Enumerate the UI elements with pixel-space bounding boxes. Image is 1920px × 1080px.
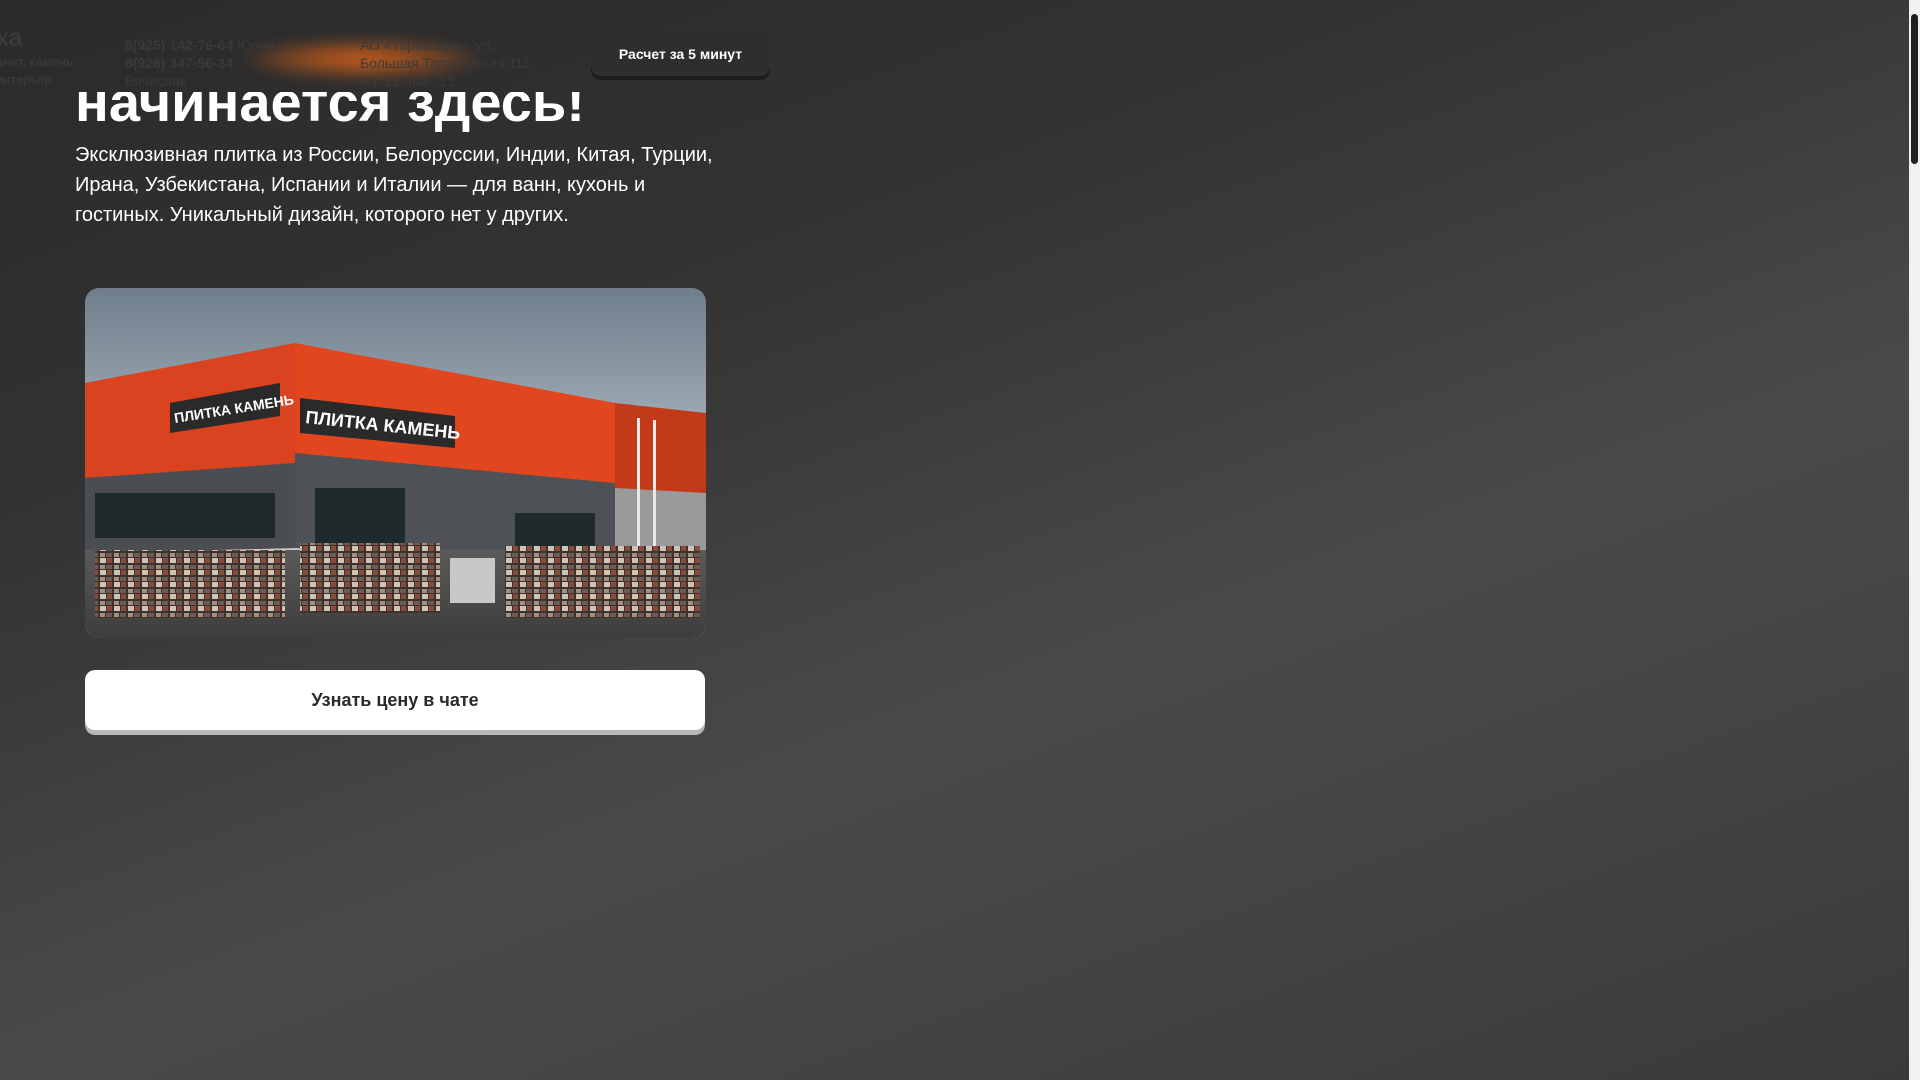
page: ка анит, камень, интерьер 8(925) 142-76-…	[0, 0, 1909, 1080]
phone-contact-2: Вячеслав	[125, 73, 188, 89]
phone-link-1[interactable]: 8(925) 142-76-64	[125, 37, 233, 53]
logo-tagline-line-1: анит, камень,	[0, 54, 77, 69]
address-line-2: Большая Тарасовская 111,	[360, 55, 534, 71]
scrollbar-thumb[interactable]	[1911, 14, 1918, 164]
logo-title: ка	[0, 24, 23, 52]
phone-block: 8(925) 142-76-64 Юлия 8(926) 347-56-34 В…	[125, 36, 274, 90]
phone-link-2[interactable]: 8(926) 347-56-34	[125, 55, 233, 71]
store-photo: ПЛИТКА КАМЕНЬ ПЛИТКА КАМЕНЬ	[85, 288, 706, 638]
chat-price-button[interactable]: Узнать цену в чате	[85, 670, 705, 730]
calculate-button[interactable]: Расчет за 5 минут	[591, 32, 770, 76]
logo[interactable]: ка анит, камень, интерьер	[0, 24, 77, 88]
address-block: АО «Тарасовка», ул. Большая Тарасовская …	[360, 36, 550, 90]
logo-tagline-line-2: интерьер	[0, 72, 52, 87]
hero-description: Эксклюзивная плитка из России, Белорусси…	[75, 144, 713, 226]
scrollbar[interactable]	[1909, 0, 1920, 1080]
phone-contact-1: Юлия	[237, 37, 275, 53]
address-line-3: стр 12, пав. 13.	[360, 73, 459, 89]
address-line-1: АО «Тарасовка», ул.	[360, 37, 494, 53]
